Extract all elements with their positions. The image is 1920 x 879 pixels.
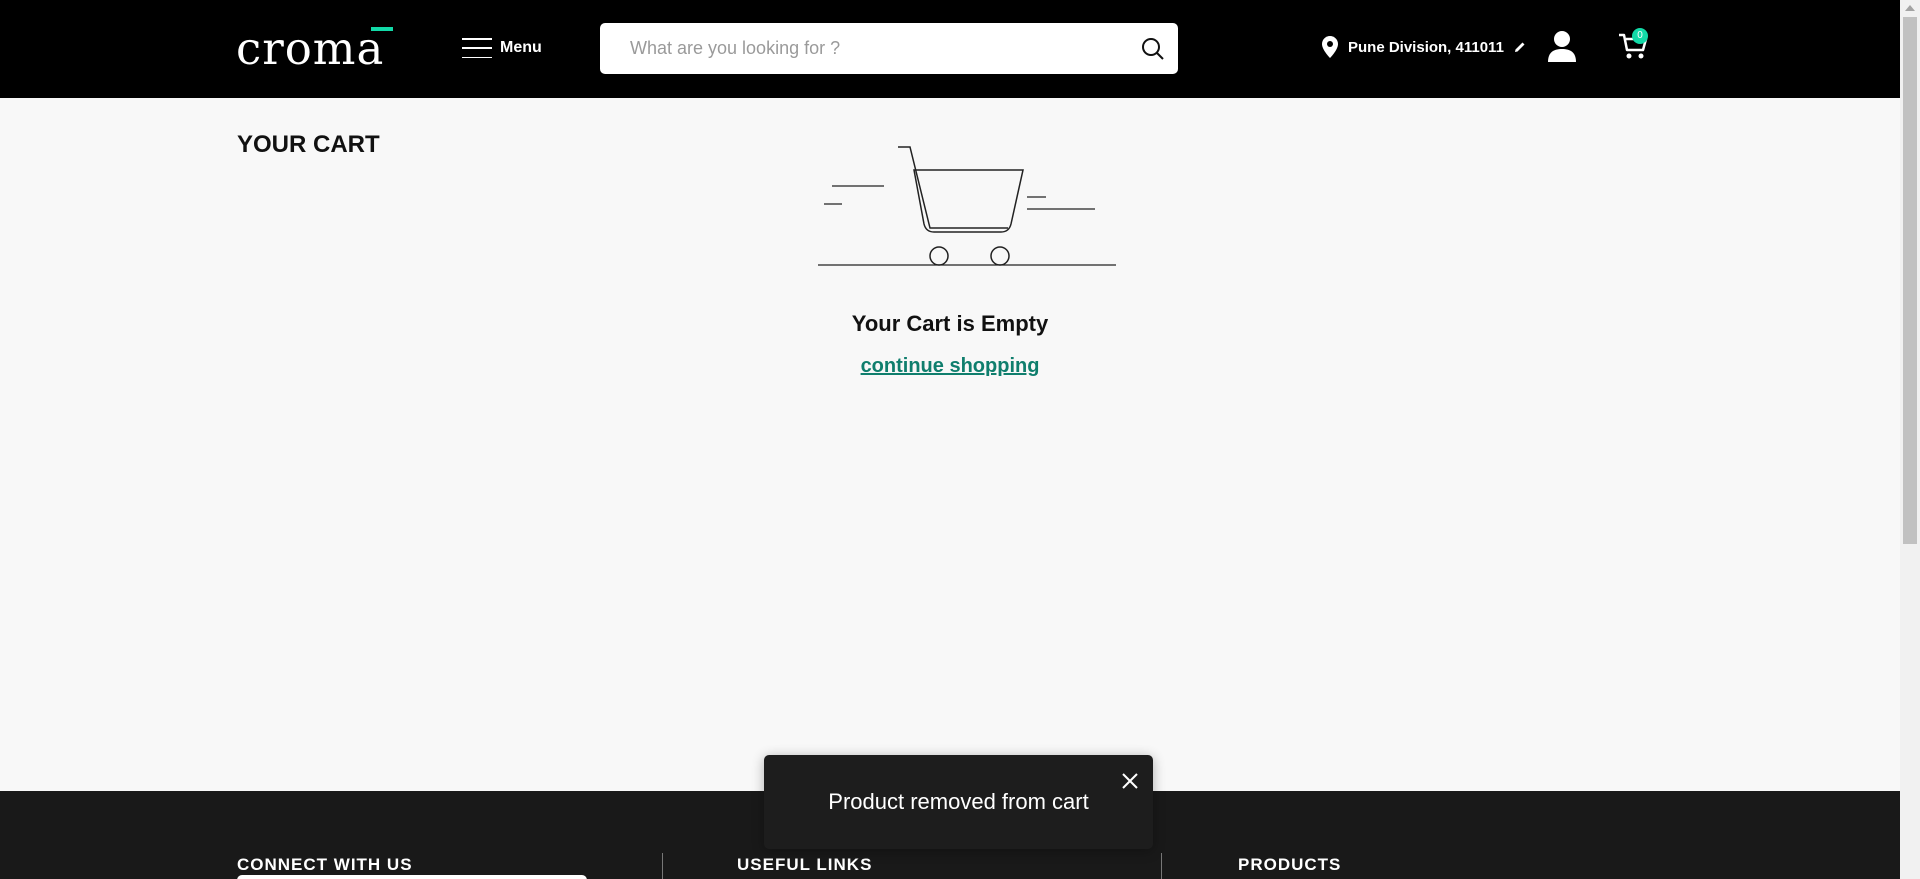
logo-accent-bar [371, 27, 393, 31]
footer-divider [1161, 853, 1162, 879]
footer-products-heading: PRODUCTS [1238, 855, 1342, 874]
toast-notification: Product removed from cart [764, 755, 1153, 849]
menu-button[interactable]: Menu [462, 38, 542, 58]
continue-shopping-link[interactable]: continue shopping [861, 355, 1040, 377]
page-title: YOUR CART [237, 131, 380, 158]
edit-pencil-icon[interactable] [1514, 41, 1526, 53]
scroll-up-arrow-icon[interactable] [1905, 5, 1915, 11]
footer-divider [662, 853, 663, 879]
footer-newsletter-input[interactable] [237, 875, 587, 879]
menu-label: Menu [500, 39, 542, 56]
hamburger-icon [462, 38, 492, 58]
footer-connect-heading: CONNECT WITH US [237, 855, 413, 874]
search-icon[interactable] [1140, 36, 1166, 62]
toast-message: Product removed from cart [828, 789, 1089, 814]
search-input[interactable] [630, 23, 1110, 74]
close-icon[interactable] [1121, 772, 1139, 790]
site-header: croma Menu Pune Division, 411011 0 [0, 0, 1900, 98]
empty-cart-message: Your Cart is Empty [851, 311, 1049, 336]
user-account-icon[interactable] [1547, 30, 1577, 62]
scrollbar-thumb[interactable] [1903, 17, 1917, 544]
footer-useful-links-heading: USEFUL LINKS [737, 855, 873, 874]
location-selector[interactable]: Pune Division, 411011 [1322, 36, 1526, 58]
search-bar [600, 23, 1178, 74]
cart-count-badge: 0 [1632, 28, 1648, 44]
vertical-scrollbar[interactable] [1900, 0, 1920, 879]
continue-shopping-container: continue shopping [0, 355, 1900, 378]
empty-cart-illustration [818, 146, 1116, 266]
location-text: Pune Division, 411011 [1348, 38, 1504, 56]
croma-logo[interactable]: croma [236, 22, 384, 75]
location-pin-icon [1322, 36, 1338, 58]
